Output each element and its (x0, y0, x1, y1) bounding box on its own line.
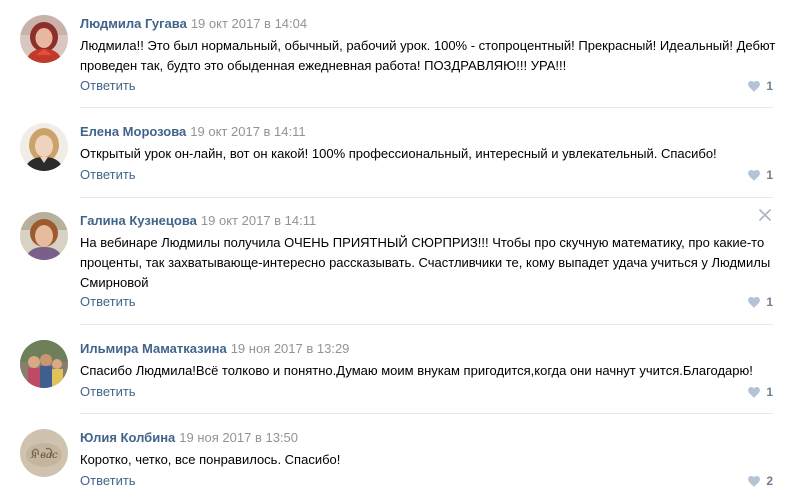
heart-icon (748, 296, 761, 308)
avatar[interactable]: я вас (20, 429, 68, 477)
like-count: 2 (766, 474, 773, 488)
divider (80, 413, 773, 414)
comment-date[interactable]: 19 ноя 2017 в 13:29 (231, 341, 350, 356)
author-name[interactable]: Юлия Колбина (80, 430, 175, 445)
comment-date[interactable]: 19 окт 2017 в 14:11 (201, 213, 316, 228)
reply-link[interactable]: Ответить (80, 77, 136, 94)
reply-link[interactable]: Ответить (80, 293, 136, 310)
like-count: 1 (766, 295, 773, 309)
avatar[interactable] (20, 123, 68, 171)
comment-date[interactable]: 19 окт 2017 в 14:04 (191, 16, 307, 31)
divider (80, 324, 773, 325)
reply-link[interactable]: Ответить (80, 166, 136, 183)
like-count: 1 (766, 79, 773, 93)
divider (80, 107, 773, 108)
divider (80, 197, 773, 198)
heart-icon (748, 475, 761, 487)
like-button[interactable]: 1 (748, 79, 773, 93)
avatar[interactable] (20, 340, 68, 388)
heart-icon (748, 80, 761, 92)
heart-icon (748, 386, 761, 398)
like-button[interactable]: 1 (748, 168, 773, 182)
avatar-text: я вас (30, 450, 58, 461)
comment-date[interactable]: 19 ноя 2017 в 13:50 (179, 430, 298, 445)
avatar[interactable] (20, 15, 68, 63)
like-button[interactable]: 1 (748, 385, 773, 399)
reply-link[interactable]: Ответить (80, 383, 136, 400)
author-name[interactable]: Галина Кузнецова (80, 213, 197, 228)
comment-header: Елена Морозова 19 окт 2017 в 14:11 (80, 123, 306, 140)
like-count: 1 (766, 385, 773, 399)
comment-header: Галина Кузнецова 19 окт 2017 в 14:11 (80, 212, 316, 229)
comment-text: На вебинаре Людмилы получила ОЧЕНЬ ПРИЯТ… (80, 235, 771, 290)
comment-text: Коротко, четко, все понравилось. Спасибо… (80, 452, 341, 467)
author-name[interactable]: Людмила Гугава (80, 16, 187, 31)
avatar[interactable] (20, 212, 68, 260)
reply-link[interactable]: Ответить (80, 472, 136, 489)
comment-header: Людмила Гугава 19 окт 2017 в 14:04 (80, 15, 307, 32)
author-name[interactable]: Ильмира Маматказина (80, 341, 227, 356)
comment-header: Юлия Колбина 19 ноя 2017 в 13:50 (80, 429, 298, 446)
comment-text: Спасибо Людмила!Всё толково и понятно.Ду… (80, 363, 753, 378)
close-icon[interactable] (758, 208, 772, 222)
like-button[interactable]: 2 (748, 474, 773, 488)
comment-header: Ильмира Маматказина 19 ноя 2017 в 13:29 (80, 340, 349, 357)
like-count: 1 (766, 168, 773, 182)
author-name[interactable]: Елена Морозова (80, 124, 186, 139)
comment-date[interactable]: 19 окт 2017 в 14:11 (190, 124, 305, 139)
comment-text: Открытый урок он-лайн, вот он какой! 100… (80, 146, 717, 161)
heart-icon (748, 169, 761, 181)
like-button[interactable]: 1 (748, 295, 773, 309)
comment-text: Людмила!! Это был нормальный, обычный, р… (80, 38, 776, 73)
